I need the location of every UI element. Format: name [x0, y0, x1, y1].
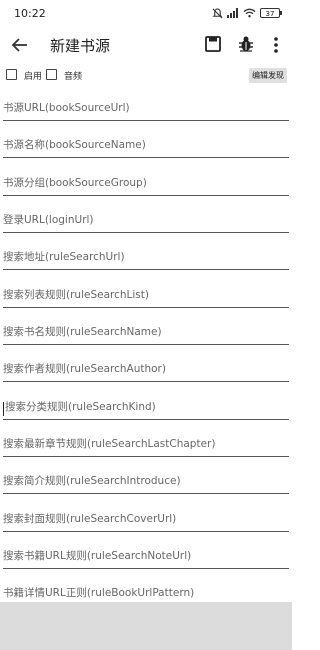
- rule-search-list-field[interactable]: 搜索列表规则(ruleSearchList): [3, 284, 289, 308]
- rule-search-kind-field[interactable]: 搜索分类规则(ruleSearchKind): [3, 396, 289, 420]
- rule-search-introduce-field[interactable]: 搜索简介规则(ruleSearchIntroduce): [3, 470, 289, 494]
- save-icon[interactable]: [204, 35, 222, 53]
- back-arrow-icon[interactable]: [10, 35, 30, 55]
- rule-search-author-field[interactable]: 搜索作者规则(ruleSearchAuthor): [3, 358, 289, 382]
- signal-icon: [227, 8, 238, 18]
- bottom-panel: [0, 602, 292, 650]
- edit-discovery-button[interactable]: 编辑发现: [249, 68, 287, 83]
- field-hint: 搜索分类规则(ruleSearchKind): [5, 401, 156, 413]
- rule-search-url-field[interactable]: 搜索地址(ruleSearchUrl): [3, 246, 289, 270]
- text-cursor: [3, 402, 4, 416]
- field-hint: 搜索地址(ruleSearchUrl): [3, 251, 125, 263]
- field-hint: 搜索最新章节规则(ruleSearchLastChapter): [3, 438, 216, 450]
- book-source-group-field[interactable]: 书源分组(bookSourceGroup): [3, 172, 289, 196]
- more-vert-icon[interactable]: [268, 35, 284, 55]
- field-hint: 搜索书籍URL规则(ruleSearchNoteUrl): [3, 550, 192, 562]
- audio-label: 音频: [64, 72, 83, 82]
- audio-checkbox[interactable]: [46, 69, 57, 80]
- rule-search-name-field[interactable]: 搜索书名规则(ruleSearchName): [3, 321, 289, 345]
- rule-search-last-chapter-field[interactable]: 搜索最新章节规则(ruleSearchLastChapter): [3, 433, 289, 457]
- field-hint: 搜索作者规则(ruleSearchAuthor): [3, 363, 166, 375]
- field-hint: 搜索列表规则(ruleSearchList): [3, 289, 149, 301]
- field-hint: 搜索简介规则(ruleSearchIntroduce): [3, 475, 181, 487]
- field-hint: 书籍详情URL正则(ruleBookUrlPattern): [3, 587, 195, 599]
- login-url-field[interactable]: 登录URL(loginUrl): [3, 209, 289, 233]
- wifi-icon: [243, 8, 256, 18]
- field-hint: 搜索封面规则(ruleSearchCoverUrl): [3, 513, 177, 525]
- book-source-name-field[interactable]: 书源名称(bookSourceName): [3, 134, 289, 158]
- rule-search-note-url-field[interactable]: 搜索书籍URL规则(ruleSearchNoteUrl): [3, 545, 289, 569]
- page-title: 新建书源: [50, 37, 111, 55]
- book-source-url-field[interactable]: 书源URL(bookSourceUrl): [3, 97, 289, 121]
- field-hint: 登录URL(loginUrl): [3, 214, 94, 226]
- rule-search-cover-url-field[interactable]: 搜索封面规则(ruleSearchCoverUrl): [3, 508, 289, 532]
- battery-icon: 37: [260, 8, 282, 18]
- app-bar: 新建书源: [0, 26, 292, 64]
- field-hint: 搜索书名规则(ruleSearchName): [3, 326, 162, 338]
- enable-checkbox[interactable]: [6, 69, 17, 80]
- status-time: 10:22: [14, 7, 46, 20]
- options-row: 启用 音频 编辑发现: [0, 66, 292, 86]
- field-hint: 书源分组(bookSourceGroup): [3, 177, 147, 189]
- field-hint: 书源URL(bookSourceUrl): [3, 102, 130, 114]
- bug-icon[interactable]: [237, 35, 255, 53]
- status-icons: 37: [212, 7, 282, 19]
- enable-label: 启用: [24, 72, 43, 82]
- field-hint: 书源名称(bookSourceName): [3, 139, 146, 151]
- status-bar: 10:22 37: [0, 0, 292, 26]
- mute-icon: [212, 7, 223, 18]
